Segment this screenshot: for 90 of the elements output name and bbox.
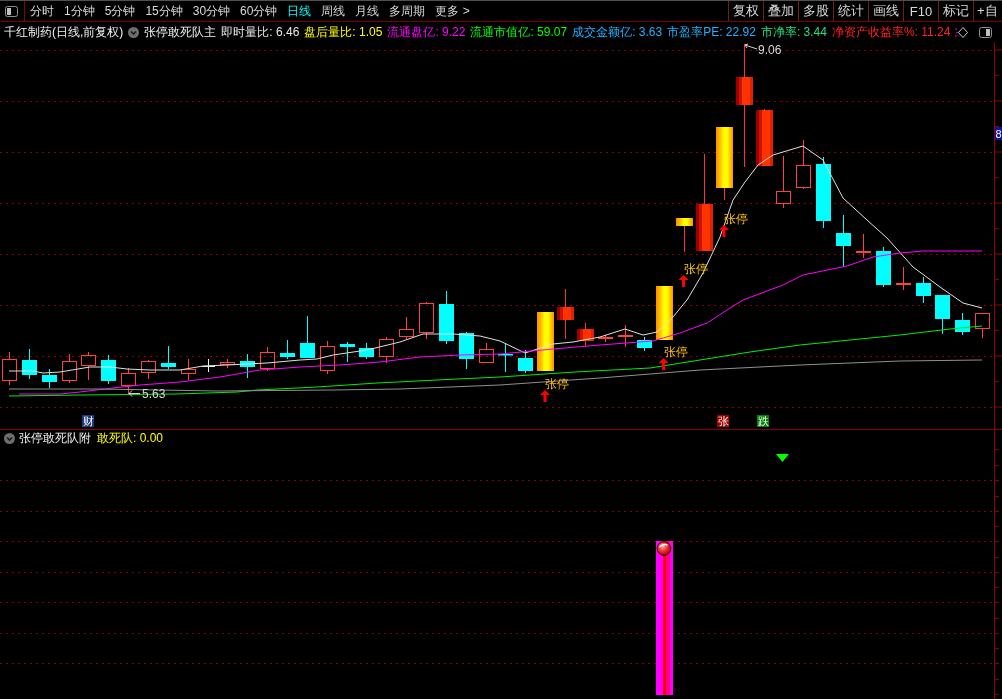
marker-tag[interactable]: 张 <box>717 415 729 427</box>
price-axis-label: 8 <box>995 127 1002 140</box>
period-tab[interactable]: 多周期 <box>384 1 431 21</box>
stat-reading: 流通盘亿: 9.22 <box>387 23 466 41</box>
candlestick <box>419 301 434 340</box>
candlestick <box>340 341 355 363</box>
candlestick <box>141 359 156 380</box>
candlestick <box>2 351 17 386</box>
candlestick <box>300 315 315 359</box>
candlestick <box>181 358 196 381</box>
limit-up-label: 张停 <box>724 212 748 226</box>
candlestick <box>439 290 454 345</box>
ball-icon <box>656 541 672 556</box>
stat-reading: 流通市值亿: 59.07 <box>470 23 568 41</box>
chevron-down-icon[interactable] <box>4 432 15 444</box>
period-tab[interactable]: 周线 <box>316 1 351 21</box>
candlestick <box>399 316 414 340</box>
candlestick <box>676 217 693 253</box>
candlestick <box>101 354 116 385</box>
candlestick <box>637 336 652 352</box>
panel-toggle-icon[interactable] <box>979 26 992 38</box>
candlestick <box>240 353 255 379</box>
candlestick <box>796 139 811 190</box>
candlestick <box>161 345 176 370</box>
limit-up-label: 张停 <box>664 345 688 359</box>
period-tab[interactable]: 60分钟 <box>235 1 283 21</box>
candlestick <box>220 358 235 369</box>
candlestick <box>359 342 374 360</box>
period-tab[interactable]: 30分钟 <box>187 1 236 21</box>
candlestick <box>656 286 673 340</box>
stat-reading: 净资产收益率%: 11.24 <box>831 23 951 41</box>
stat-reading: 即时量比: 6.46 <box>221 23 300 41</box>
period-tab[interactable]: 更多 > <box>430 1 475 21</box>
stock-title: 千红制药(日线,前复权) <box>4 23 124 41</box>
panel-toggle-icon[interactable] <box>5 5 18 17</box>
candlestick <box>876 246 891 288</box>
limit-up-label: 张停 <box>545 377 569 391</box>
period-tab[interactable]: 月线 <box>350 1 385 21</box>
indicator-name: 张停敢死队附 <box>19 429 91 447</box>
limit-up-label: 张停 <box>684 262 708 276</box>
candlestick <box>618 324 633 348</box>
up-arrow-icon <box>540 390 550 402</box>
up-arrow-icon <box>678 275 689 287</box>
period-tab[interactable]: 5分钟 <box>99 1 141 21</box>
leader-arrow <box>744 43 758 50</box>
candlestick <box>955 312 970 336</box>
period-tab[interactable]: 日线 <box>282 1 317 21</box>
triangle-marker-icon <box>776 454 789 462</box>
stat-reading: 成交金额亿: 3.63 <box>572 23 663 41</box>
marker-tag[interactable]: 财 <box>82 415 94 427</box>
chevron-down-icon[interactable] <box>128 26 140 38</box>
stat-reading: 市盈率PE: 22.92 <box>667 23 756 41</box>
marker-tag[interactable]: 跌 <box>757 415 769 427</box>
candlestick <box>518 349 533 374</box>
candlestick <box>916 276 931 304</box>
candlestick <box>557 288 574 340</box>
candlestick <box>320 340 335 375</box>
candlestick <box>22 348 37 380</box>
candlestick <box>577 322 594 347</box>
candlestick <box>379 336 394 364</box>
period-tab[interactable]: 1分钟 <box>59 1 100 21</box>
candlestick <box>42 368 57 389</box>
candlestick <box>975 313 990 339</box>
candlestick <box>479 342 494 363</box>
candlestick <box>856 233 871 259</box>
diamond-icon[interactable] <box>955 26 969 38</box>
candlestick <box>776 155 791 209</box>
candlestick <box>537 312 554 371</box>
candlestick <box>836 214 851 268</box>
indicator-name: 张停敢死队主 <box>144 23 217 41</box>
candlestick <box>756 108 773 167</box>
leader-arrow <box>128 390 141 397</box>
period-tab[interactable]: 15分钟 <box>140 1 188 21</box>
candlestick <box>498 342 513 373</box>
up-arrow-icon <box>719 225 729 237</box>
candlestick <box>935 294 950 335</box>
stat-reading: 市净率: 3.44 <box>760 23 827 41</box>
candlestick <box>280 339 295 360</box>
candlestick <box>459 331 474 370</box>
candlestick <box>121 367 136 396</box>
up-arrow-icon <box>658 358 669 370</box>
stat-reading: 盘后量比: 1.05 <box>304 23 383 41</box>
period-tab[interactable]: 分时 <box>25 1 59 21</box>
candlestick <box>81 351 96 381</box>
candlestick <box>260 346 275 372</box>
indicator-reading: 敢死队: 0.00 <box>97 429 164 447</box>
candlestick <box>896 266 911 291</box>
candlestick <box>62 353 77 384</box>
candlestick <box>598 334 613 343</box>
high-price-label: 9.06 <box>758 43 782 57</box>
